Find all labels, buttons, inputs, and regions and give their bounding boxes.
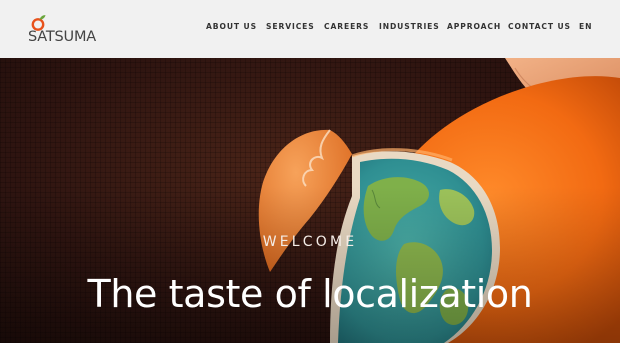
nav-approach[interactable]: APPROACH xyxy=(447,22,501,31)
nav-industries[interactable]: INDUSTRIES xyxy=(379,22,440,31)
language-switcher[interactable]: EN xyxy=(579,22,592,31)
hero-banner: WELCOME The taste of localization xyxy=(0,58,620,343)
hero-title: The taste of localization xyxy=(87,272,533,316)
main-navigation: ABOUT US SERVICES CAREERS INDUSTRIES APP… xyxy=(0,22,620,36)
hero-eyebrow: WELCOME xyxy=(262,234,358,250)
nav-about-us[interactable]: ABOUT US xyxy=(206,22,257,31)
nav-careers[interactable]: CAREERS xyxy=(324,22,369,31)
nav-services[interactable]: SERVICES xyxy=(266,22,315,31)
site-header: SATSUMA ABOUT US SERVICES CAREERS INDUST… xyxy=(0,0,620,58)
nav-contact-us[interactable]: CONTACT US xyxy=(508,22,571,31)
